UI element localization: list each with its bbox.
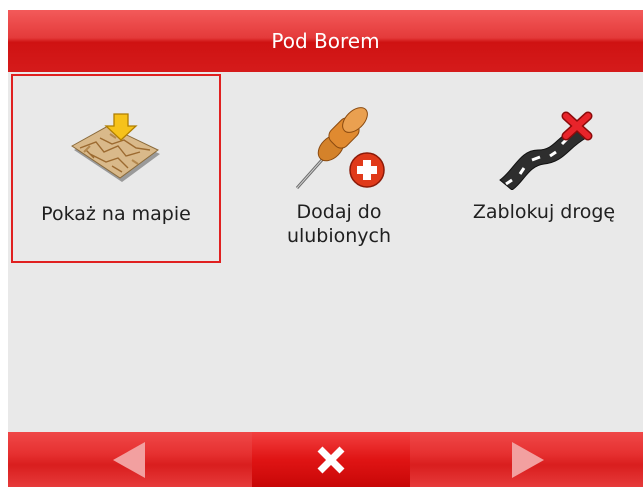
close-button[interactable]: [252, 432, 410, 487]
page-title: Pod Borem: [271, 29, 380, 53]
title-bar: Pod Borem: [8, 10, 643, 72]
block-road-label: Zablokuj drogę: [472, 201, 616, 223]
right-arrow-icon: [511, 441, 544, 478]
next-button[interactable]: [412, 432, 643, 487]
left-arrow-icon: [113, 441, 145, 478]
bottom-toolbar: [8, 432, 643, 487]
pushpin-add-icon: [295, 107, 385, 189]
show-on-map-button[interactable]: Pokaż na mapie: [11, 74, 221, 263]
app-frame: Pod Borem Pokaż na mapie Dodaj do ulubio…: [8, 10, 643, 487]
map-icon: [71, 113, 160, 182]
add-to-favorites-label: Dodaj do ulubionych: [286, 201, 392, 247]
close-icon: [317, 446, 345, 473]
previous-button[interactable]: [8, 432, 250, 487]
block-road-button[interactable]: Zablokuj drogę: [445, 74, 643, 263]
road-block-icon: [499, 111, 593, 190]
show-on-map-label: Pokaż na mapie: [41, 203, 191, 225]
add-to-favorites-button[interactable]: Dodaj do ulubionych: [234, 74, 444, 263]
